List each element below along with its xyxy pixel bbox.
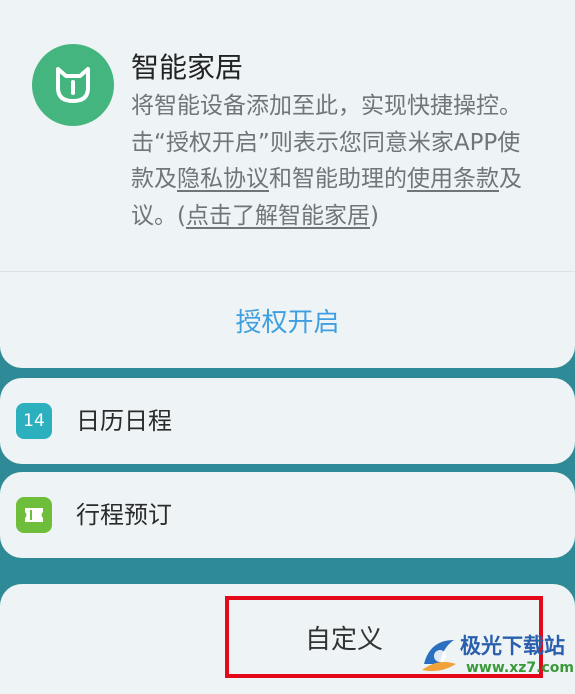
description-line: 将智能设备添加至此，实现快捷操控。 xyxy=(131,88,575,125)
learn-smart-home-link[interactable]: 点击了解智能家居 xyxy=(186,203,370,229)
site-watermark: 极光下载站 www.xz7.com xyxy=(420,626,574,684)
calendar-icon: 14 xyxy=(16,403,52,439)
watermark-title: 极光下载站 xyxy=(460,634,565,658)
privacy-policy-link[interactable]: 隐私协议 xyxy=(177,166,269,192)
description-line: 议。(点击了解智能家居) xyxy=(131,198,575,235)
list-item-trip-booking[interactable]: 行程预订 xyxy=(0,472,575,558)
terms-of-use-link[interactable]: 使用条款 xyxy=(407,166,499,192)
smart-home-title: 智能家居 xyxy=(131,51,244,84)
description-text: 和智能助理的 xyxy=(269,166,407,192)
customize-label: 自定义 xyxy=(304,624,383,655)
description-line: 击“授权开启”则表示您同意米家APP使 xyxy=(131,125,575,162)
description-line: 款及隐私协议和智能助理的使用条款及 xyxy=(131,161,575,198)
authorize-button[interactable]: 授权开启 xyxy=(0,272,575,368)
description-text: 及 xyxy=(499,166,522,192)
description-text: 击“授权开启”则表示您同意米家APP使 xyxy=(131,129,521,156)
watermark-logo-icon xyxy=(422,640,456,672)
watermark-url: www.xz7.com xyxy=(466,660,574,676)
ticket-icon xyxy=(16,497,52,533)
description-text: 款及 xyxy=(131,166,177,192)
list-item-calendar[interactable]: 14 日历日程 xyxy=(0,378,575,464)
list-item-label: 行程预订 xyxy=(76,501,172,529)
smart-home-card: 智能家居 将智能设备添加至此，实现快捷操控。 击“授权开启”则表示您同意米家AP… xyxy=(0,0,575,368)
smart-home-description: 将智能设备添加至此，实现快捷操控。 击“授权开启”则表示您同意米家APP使 款及… xyxy=(131,88,575,238)
description-text: ) xyxy=(369,202,379,229)
mi-home-logo-icon xyxy=(32,44,114,126)
list-item-label: 日历日程 xyxy=(76,407,172,435)
description-text: 议。( xyxy=(131,202,186,229)
description-text: 将智能设备添加至此，实现快捷操控。 xyxy=(131,93,522,119)
